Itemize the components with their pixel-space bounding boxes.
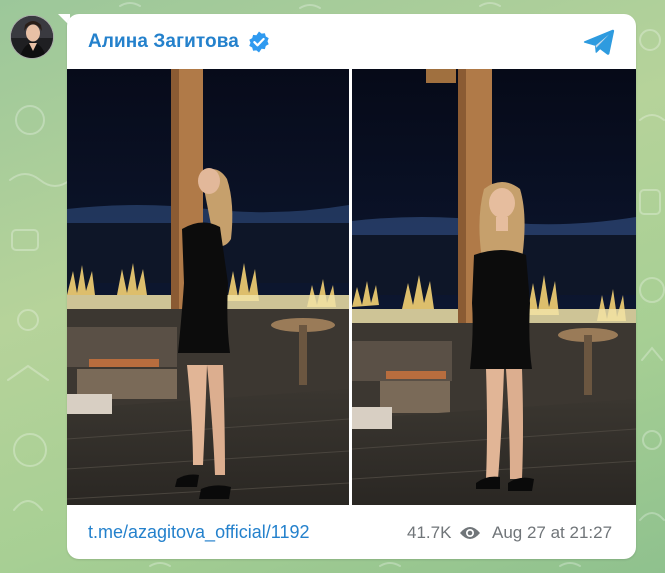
telegram-logo-icon[interactable] [583, 28, 615, 56]
photo-left[interactable] [67, 69, 349, 505]
post-date: Aug 27 at 21:27 [492, 523, 613, 542]
verified-badge-icon [249, 31, 269, 53]
avatar-image [11, 16, 53, 58]
post-header: Алина Загитова [67, 14, 636, 69]
channel-post-card: Алина Загитова t.me/azagitova_official/1… [67, 14, 636, 559]
view-count: 41.7K [407, 523, 452, 542]
photo-left-image [67, 69, 349, 505]
photo-right-image [352, 69, 636, 505]
media-album [67, 69, 636, 505]
post-link[interactable]: t.me/azagitova_official/1192 [88, 522, 309, 543]
channel-avatar[interactable] [10, 15, 54, 59]
post-footer: t.me/azagitova_official/1192 41.7K Aug 2… [67, 505, 636, 559]
channel-name[interactable]: Алина Загитова [88, 31, 239, 53]
photo-right[interactable] [352, 69, 636, 505]
eye-icon [460, 527, 480, 539]
